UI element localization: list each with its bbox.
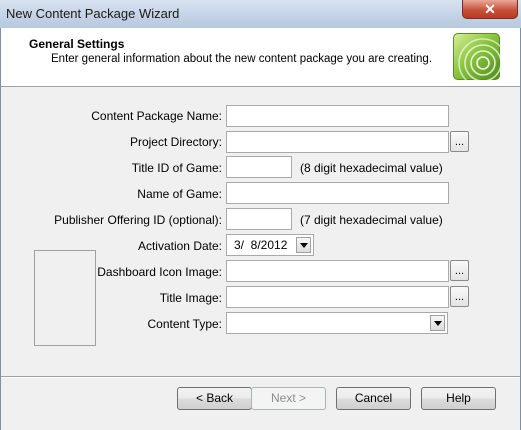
content-type-label: Content Type: bbox=[147, 317, 223, 331]
title-image-label: Title Image: bbox=[159, 291, 222, 305]
footer-divider bbox=[1, 376, 520, 378]
chevron-down-icon[interactable] bbox=[430, 315, 445, 331]
page-title: General Settings bbox=[29, 37, 125, 51]
title-image-field[interactable] bbox=[226, 286, 449, 308]
dashboard-icon-field[interactable] bbox=[226, 260, 449, 282]
xbox-orb-icon bbox=[453, 33, 500, 80]
next-button[interactable]: Next > bbox=[251, 387, 326, 410]
activation-date-value: 3/ 8/2012 bbox=[234, 238, 288, 252]
publisher-offering-id-hint: (7 digit hexadecimal value) bbox=[300, 213, 443, 227]
publisher-offering-id-label: Publisher Offering ID (optional): bbox=[54, 213, 222, 227]
chevron-down-icon[interactable] bbox=[296, 237, 311, 253]
back-button[interactable]: < Back bbox=[177, 387, 252, 410]
content-package-name-field[interactable] bbox=[226, 105, 449, 127]
project-directory-label: Project Directory: bbox=[129, 135, 222, 149]
activation-date-picker[interactable]: 3/ 8/2012 bbox=[226, 234, 314, 256]
game-name-label: Name of Game: bbox=[137, 187, 222, 201]
project-directory-browse-button[interactable]: ... bbox=[450, 131, 469, 152]
window-title: New Content Package Wizard bbox=[6, 6, 180, 21]
close-button[interactable]: ✕ bbox=[462, 0, 518, 19]
title-bar: New Content Package Wizard ✕ bbox=[0, 0, 521, 28]
page-subtitle: Enter general information about the new … bbox=[51, 53, 433, 65]
content-type-select[interactable] bbox=[226, 312, 448, 334]
content-package-name-label: Content Package Name: bbox=[91, 109, 222, 123]
dashboard-icon-browse-button[interactable]: ... bbox=[450, 260, 469, 281]
game-name-field[interactable] bbox=[226, 182, 449, 204]
title-id-label: Title ID of Game: bbox=[131, 161, 222, 175]
wizard-client-area: General Settings Enter general informati… bbox=[0, 28, 521, 430]
project-directory-field[interactable] bbox=[226, 131, 449, 153]
title-id-field[interactable] bbox=[226, 156, 292, 178]
title-image-browse-button[interactable]: ... bbox=[450, 286, 469, 307]
publisher-offering-id-field[interactable] bbox=[226, 208, 292, 230]
title-id-hint: (8 digit hexadecimal value) bbox=[300, 161, 443, 175]
cancel-button[interactable]: Cancel bbox=[336, 387, 411, 410]
dashboard-icon-label: Dashboard Icon Image: bbox=[97, 265, 222, 279]
wizard-header: General Settings Enter general informati… bbox=[1, 28, 520, 87]
help-button[interactable]: Help bbox=[421, 387, 496, 410]
